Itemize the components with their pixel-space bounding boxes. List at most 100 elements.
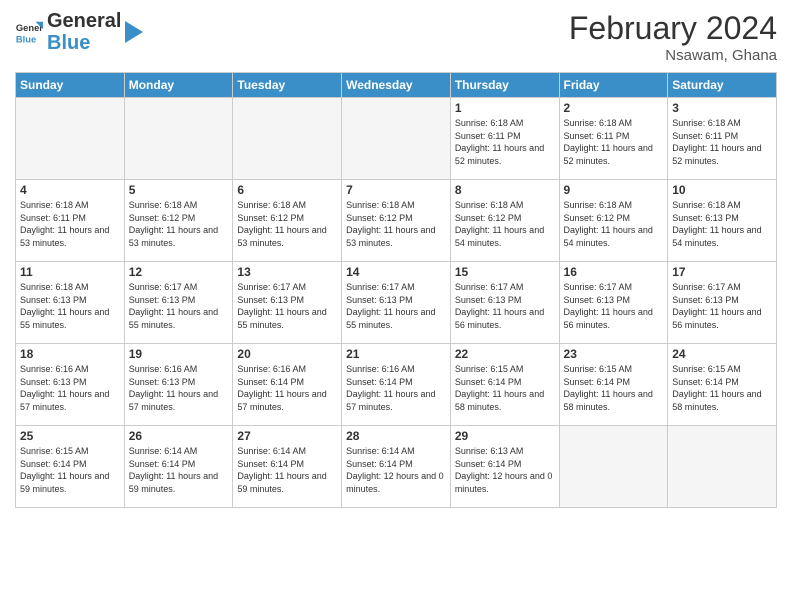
- day-info: Sunrise: 6:18 AMSunset: 6:11 PMDaylight:…: [564, 117, 664, 167]
- day-header-saturday: Saturday: [668, 73, 777, 98]
- day-number: 4: [20, 183, 120, 197]
- day-info: Sunrise: 6:13 AMSunset: 6:14 PMDaylight:…: [455, 445, 555, 495]
- day-number: 11: [20, 265, 120, 279]
- calendar-cell: 16 Sunrise: 6:17 AMSunset: 6:13 PMDayligh…: [559, 262, 668, 344]
- logo-wordmark: General Blue: [47, 10, 121, 54]
- day-info: Sunrise: 6:15 AMSunset: 6:14 PMDaylight:…: [564, 363, 664, 413]
- calendar-cell: 10Sunrise: 6:18 AMSunset: 6:13 PMDayligh…: [668, 180, 777, 262]
- calendar-week-1: 1 Sunrise: 6:18 AMSunset: 6:11 PMDaylight…: [16, 98, 777, 180]
- calendar-cell: 6 Sunrise: 6:18 AMSunset: 6:12 PMDaylight…: [233, 180, 342, 262]
- day-info: Sunrise: 6:18 AMSunset: 6:11 PMDaylight:…: [672, 117, 772, 167]
- calendar-cell: 4 Sunrise: 6:18 AMSunset: 6:11 PMDaylight…: [16, 180, 125, 262]
- logo-arrow-icon: [125, 21, 143, 43]
- day-info: Sunrise: 6:18 AMSunset: 6:11 PMDaylight:…: [455, 117, 555, 167]
- calendar-header-row: SundayMondayTuesdayWednesdayThursdayFrid…: [16, 73, 777, 98]
- day-number: 8: [455, 183, 555, 197]
- day-info: Sunrise: 6:14 AMSunset: 6:14 PMDaylight:…: [346, 445, 446, 495]
- day-number: 12: [129, 265, 229, 279]
- calendar-cell: [124, 98, 233, 180]
- day-info: Sunrise: 6:17 AMSunset: 6:13 PMDaylight:…: [237, 281, 337, 331]
- day-number: 19: [129, 347, 229, 361]
- day-number: 26: [129, 429, 229, 443]
- day-number: 27: [237, 429, 337, 443]
- svg-text:Blue: Blue: [16, 34, 36, 44]
- month-title: February 2024: [569, 10, 777, 47]
- calendar-cell: [16, 98, 125, 180]
- calendar-cell: 13 Sunrise: 6:17 AMSunset: 6:13 PMDayligh…: [233, 262, 342, 344]
- calendar-table: SundayMondayTuesdayWednesdayThursdayFrid…: [15, 72, 777, 508]
- calendar-week-3: 11 Sunrise: 6:18 AMSunset: 6:13 PMDayligh…: [16, 262, 777, 344]
- day-number: 14: [346, 265, 446, 279]
- day-number: 18: [20, 347, 120, 361]
- day-info: Sunrise: 6:16 AMSunset: 6:13 PMDaylight:…: [129, 363, 229, 413]
- calendar-cell: 5 Sunrise: 6:18 AMSunset: 6:12 PMDaylight…: [124, 180, 233, 262]
- title-block: February 2024 Nsawam, Ghana: [569, 10, 777, 64]
- day-number: 29: [455, 429, 555, 443]
- day-info: Sunrise: 6:18 AMSunset: 6:13 PMDaylight:…: [20, 281, 120, 331]
- calendar-cell: 11 Sunrise: 6:18 AMSunset: 6:13 PMDayligh…: [16, 262, 125, 344]
- calendar-week-4: 18 Sunrise: 6:16 AMSunset: 6:13 PMDayligh…: [16, 344, 777, 426]
- day-header-tuesday: Tuesday: [233, 73, 342, 98]
- calendar-cell: 17 Sunrise: 6:17 AMSunset: 6:13 PMDayligh…: [668, 262, 777, 344]
- calendar-week-5: 25Sunrise: 6:15 AMSunset: 6:14 PMDayligh…: [16, 426, 777, 508]
- calendar-cell: 12 Sunrise: 6:17 AMSunset: 6:13 PMDayligh…: [124, 262, 233, 344]
- calendar-cell: 18 Sunrise: 6:16 AMSunset: 6:13 PMDayligh…: [16, 344, 125, 426]
- calendar-cell: 3Sunrise: 6:18 AMSunset: 6:11 PMDaylight…: [668, 98, 777, 180]
- calendar-cell: 23 Sunrise: 6:15 AMSunset: 6:14 PMDayligh…: [559, 344, 668, 426]
- day-header-thursday: Thursday: [450, 73, 559, 98]
- day-number: 25: [20, 429, 120, 443]
- day-number: 2: [564, 101, 664, 115]
- calendar-cell: 2 Sunrise: 6:18 AMSunset: 6:11 PMDaylight…: [559, 98, 668, 180]
- day-number: 6: [237, 183, 337, 197]
- day-info: Sunrise: 6:18 AMSunset: 6:12 PMDaylight:…: [237, 199, 337, 249]
- calendar-body: 1 Sunrise: 6:18 AMSunset: 6:11 PMDaylight…: [16, 98, 777, 508]
- calendar-cell: 1 Sunrise: 6:18 AMSunset: 6:11 PMDaylight…: [450, 98, 559, 180]
- day-number: 9: [564, 183, 664, 197]
- calendar-cell: 27 Sunrise: 6:14 AMSunset: 6:14 PMDayligh…: [233, 426, 342, 508]
- calendar-cell: [342, 98, 451, 180]
- day-number: 1: [455, 101, 555, 115]
- calendar-cell: 14 Sunrise: 6:17 AMSunset: 6:13 PMDayligh…: [342, 262, 451, 344]
- day-number: 10: [672, 183, 772, 197]
- logo: General Blue General Blue: [15, 10, 143, 54]
- day-info: Sunrise: 6:17 AMSunset: 6:13 PMDaylight:…: [129, 281, 229, 331]
- calendar-cell: [668, 426, 777, 508]
- calendar-cell: 22Sunrise: 6:15 AMSunset: 6:14 PMDayligh…: [450, 344, 559, 426]
- calendar-week-2: 4 Sunrise: 6:18 AMSunset: 6:11 PMDaylight…: [16, 180, 777, 262]
- calendar-cell: 26Sunrise: 6:14 AMSunset: 6:14 PMDayligh…: [124, 426, 233, 508]
- calendar-cell: [233, 98, 342, 180]
- day-info: Sunrise: 6:18 AMSunset: 6:12 PMDaylight:…: [129, 199, 229, 249]
- day-header-wednesday: Wednesday: [342, 73, 451, 98]
- day-number: 16: [564, 265, 664, 279]
- day-header-friday: Friday: [559, 73, 668, 98]
- header: General Blue General Blue February 2024 …: [15, 10, 777, 64]
- calendar-cell: 19 Sunrise: 6:16 AMSunset: 6:13 PMDayligh…: [124, 344, 233, 426]
- day-number: 23: [564, 347, 664, 361]
- calendar-page: General Blue General Blue February 2024 …: [0, 0, 792, 518]
- day-number: 24: [672, 347, 772, 361]
- day-number: 13: [237, 265, 337, 279]
- calendar-cell: 29 Sunrise: 6:13 AMSunset: 6:14 PMDayligh…: [450, 426, 559, 508]
- calendar-cell: 15Sunrise: 6:17 AMSunset: 6:13 PMDayligh…: [450, 262, 559, 344]
- calendar-cell: [559, 426, 668, 508]
- day-info: Sunrise: 6:18 AMSunset: 6:11 PMDaylight:…: [20, 199, 120, 249]
- day-info: Sunrise: 6:17 AMSunset: 6:13 PMDaylight:…: [564, 281, 664, 331]
- day-number: 22: [455, 347, 555, 361]
- day-info: Sunrise: 6:16 AMSunset: 6:14 PMDaylight:…: [237, 363, 337, 413]
- logo-general: General: [47, 10, 121, 32]
- calendar-cell: 25Sunrise: 6:15 AMSunset: 6:14 PMDayligh…: [16, 426, 125, 508]
- day-info: Sunrise: 6:16 AMSunset: 6:13 PMDaylight:…: [20, 363, 120, 413]
- day-number: 5: [129, 183, 229, 197]
- day-info: Sunrise: 6:17 AMSunset: 6:13 PMDaylight:…: [455, 281, 555, 331]
- day-header-monday: Monday: [124, 73, 233, 98]
- day-number: 7: [346, 183, 446, 197]
- day-number: 28: [346, 429, 446, 443]
- day-number: 17: [672, 265, 772, 279]
- day-info: Sunrise: 6:14 AMSunset: 6:14 PMDaylight:…: [237, 445, 337, 495]
- calendar-cell: 28 Sunrise: 6:14 AMSunset: 6:14 PMDayligh…: [342, 426, 451, 508]
- day-info: Sunrise: 6:17 AMSunset: 6:13 PMDaylight:…: [672, 281, 772, 331]
- day-info: Sunrise: 6:17 AMSunset: 6:13 PMDaylight:…: [346, 281, 446, 331]
- location: Nsawam, Ghana: [569, 47, 777, 64]
- day-header-sunday: Sunday: [16, 73, 125, 98]
- logo-blue: Blue: [47, 32, 121, 54]
